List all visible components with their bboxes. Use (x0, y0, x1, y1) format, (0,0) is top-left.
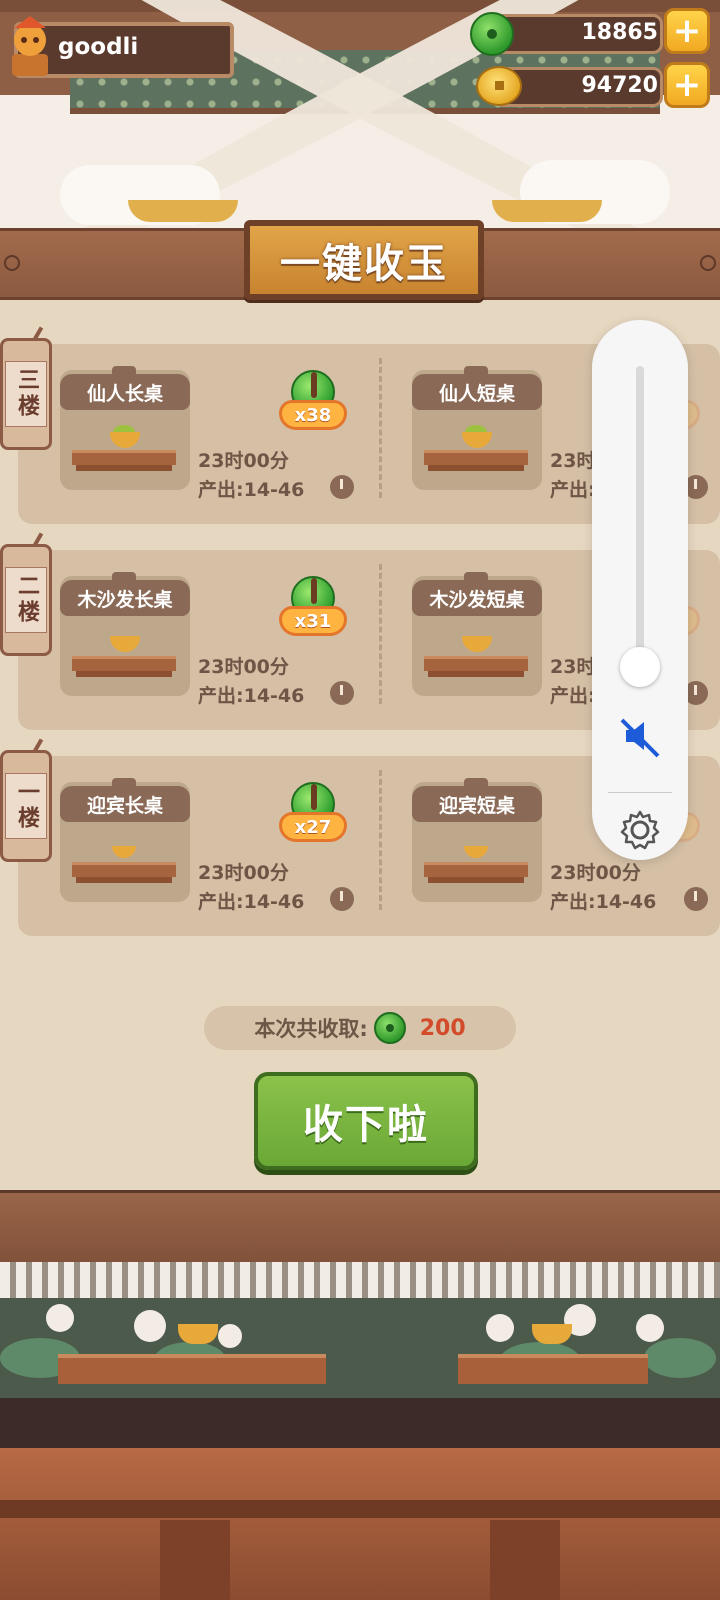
volume-separator (608, 792, 672, 793)
coin-balance: 94720 (581, 73, 658, 98)
desk-icon (72, 862, 176, 877)
floor-label: 二楼 (5, 567, 47, 633)
volume-slider-track[interactable] (636, 366, 644, 686)
collect-button[interactable]: 收下啦 (254, 1072, 478, 1170)
summary-label: 本次共收取: (254, 1017, 368, 1041)
jade-balance: 18865 (581, 20, 658, 45)
floor-tag-2: 二楼 (0, 544, 52, 656)
table-output: 产出:14-46 (550, 891, 657, 913)
page-title: 一键收玉 (244, 220, 484, 300)
railing-post (160, 1520, 230, 1600)
floor-label: 三楼 (5, 361, 47, 427)
jade-reward-badge[interactable]: x31 (279, 576, 347, 644)
divider (379, 358, 382, 498)
jade-stick (311, 578, 317, 604)
fruit-bowl-icon (532, 1324, 572, 1344)
jade-stick (311, 372, 317, 398)
table-time: 23时00分 (198, 656, 289, 678)
desk-icon (72, 450, 176, 465)
divider (379, 770, 382, 910)
desk-icon (424, 862, 528, 877)
jade-reward-badge[interactable]: x27 (279, 782, 347, 850)
desk-icon (424, 656, 528, 671)
table-name: 迎宾长桌 (60, 778, 190, 822)
lower-floor (0, 1448, 720, 1600)
clock-icon (684, 887, 708, 911)
table-output: 产出:14-46 (198, 891, 305, 913)
railing (0, 1500, 720, 1518)
table-time: 23时00分 (198, 862, 289, 884)
floor-shadow (0, 1398, 720, 1448)
clock-icon (330, 475, 354, 499)
add-jade-button[interactable]: + (664, 8, 710, 54)
desk-base (428, 671, 524, 677)
gold-ornament-left (128, 200, 238, 222)
table-name: 木沙发长桌 (60, 572, 190, 616)
table-name: 仙人短桌 (412, 366, 542, 410)
table-time: 23时00分 (198, 450, 289, 472)
desk-base (76, 671, 172, 677)
volume-panel (592, 320, 688, 860)
add-coin-button[interactable]: + (664, 62, 710, 108)
table-output: 产出:14-46 (198, 479, 305, 501)
avatar[interactable] (4, 14, 56, 78)
table-name: 迎宾短桌 (412, 778, 542, 822)
gold-ornament-right (492, 200, 602, 222)
volume-slider-thumb[interactable] (620, 646, 660, 687)
desk-base (428, 877, 524, 883)
jade-reward-badge[interactable]: x38 (279, 370, 347, 438)
reward-count: x31 (279, 606, 347, 636)
floor-tag-1: 一楼 (0, 750, 52, 862)
desk-icon (72, 656, 176, 671)
jade-stick (311, 784, 317, 810)
desk-base (76, 465, 172, 471)
table-name: 木沙发短桌 (412, 572, 542, 616)
clock-icon (330, 887, 354, 911)
jade-icon (373, 1012, 406, 1044)
lotus-garden (0, 1298, 720, 1398)
desk-base (76, 877, 172, 883)
nail (4, 255, 20, 271)
desk-base (428, 465, 524, 471)
speaker-muted-icon[interactable] (616, 712, 664, 760)
stripe-wall (0, 1262, 720, 1298)
nail (700, 255, 716, 271)
bench-left (58, 1354, 326, 1384)
bottom-beam (0, 1190, 720, 1265)
gear-icon[interactable] (618, 808, 662, 852)
floor-label: 一楼 (5, 773, 47, 839)
desk-icon (424, 450, 528, 465)
summary-value: 200 (419, 1015, 466, 1041)
reward-count: x38 (279, 400, 347, 430)
username: goodli (58, 34, 139, 60)
divider (379, 564, 382, 704)
reward-count: x27 (279, 812, 347, 842)
bench-right (458, 1354, 648, 1384)
clock-icon (330, 681, 354, 705)
table-name: 仙人长桌 (60, 366, 190, 410)
table-output: 产出:14-46 (198, 685, 305, 707)
fruit-bowl-icon (178, 1324, 218, 1344)
collection-summary: 本次共收取: 200 (204, 1006, 516, 1050)
railing-post (490, 1520, 560, 1600)
table-time: 23时00分 (550, 862, 641, 884)
floor-tag-3: 三楼 (0, 338, 52, 450)
